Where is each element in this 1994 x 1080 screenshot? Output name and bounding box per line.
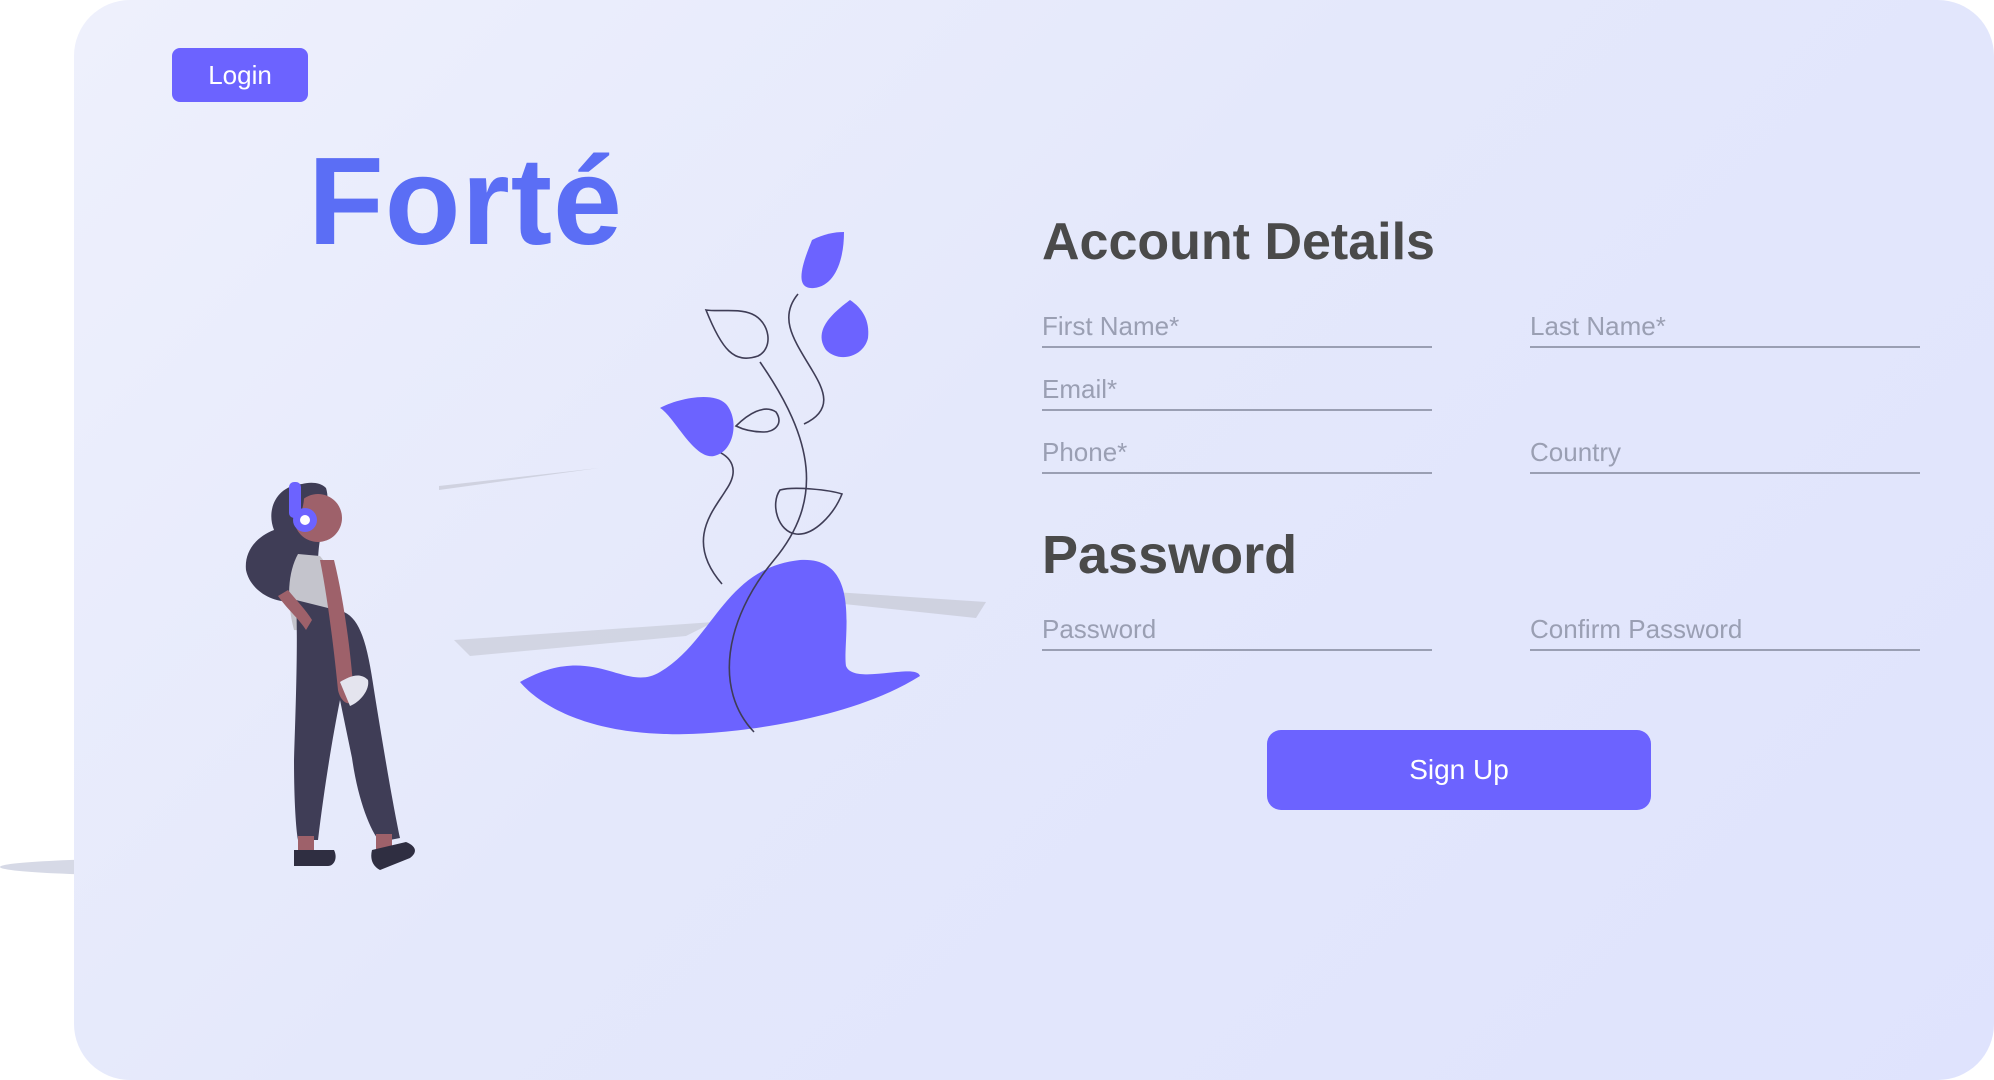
email-field[interactable] (1042, 365, 1432, 411)
email-input[interactable] (1042, 374, 1432, 409)
phone-input[interactable] (1042, 437, 1432, 472)
leaf-outline-top (704, 309, 769, 359)
plant-pot-blob (520, 559, 920, 735)
country-input[interactable] (1530, 437, 1920, 472)
phone-field[interactable] (1042, 428, 1432, 474)
first-name-field[interactable] (1042, 302, 1432, 348)
password-heading: Password (1042, 525, 1298, 585)
last-name-field[interactable] (1530, 302, 1920, 348)
ankle-left (298, 836, 314, 852)
account-details-heading: Account Details (1042, 213, 1435, 271)
first-name-input[interactable] (1042, 311, 1432, 346)
leaf-outline-bottom (774, 487, 844, 535)
password-field[interactable] (1042, 605, 1432, 651)
shoe-left (294, 850, 336, 866)
headphone-ear-cup-inner (300, 515, 310, 525)
leaf-filled-left (660, 396, 734, 457)
plant-stem-left (702, 449, 734, 585)
country-field[interactable] (1530, 428, 1920, 474)
leaf-outline-small (734, 408, 780, 433)
sign-up-button[interactable]: Sign Up (1267, 730, 1651, 810)
leaf-filled-right (821, 300, 869, 358)
plant-stem-right (788, 293, 825, 425)
shadow-streak-left (454, 622, 714, 656)
last-name-input[interactable] (1530, 311, 1920, 346)
person-with-headphones-illustration (245, 482, 415, 870)
password-input[interactable] (1042, 614, 1432, 649)
leaf-filled-top (801, 232, 844, 289)
confirm-password-field[interactable] (1530, 605, 1920, 651)
confirm-password-input[interactable] (1530, 614, 1920, 649)
shadow-streak-right (834, 592, 986, 618)
signup-card: Login Forté Account Details First Name* … (74, 0, 1994, 1080)
